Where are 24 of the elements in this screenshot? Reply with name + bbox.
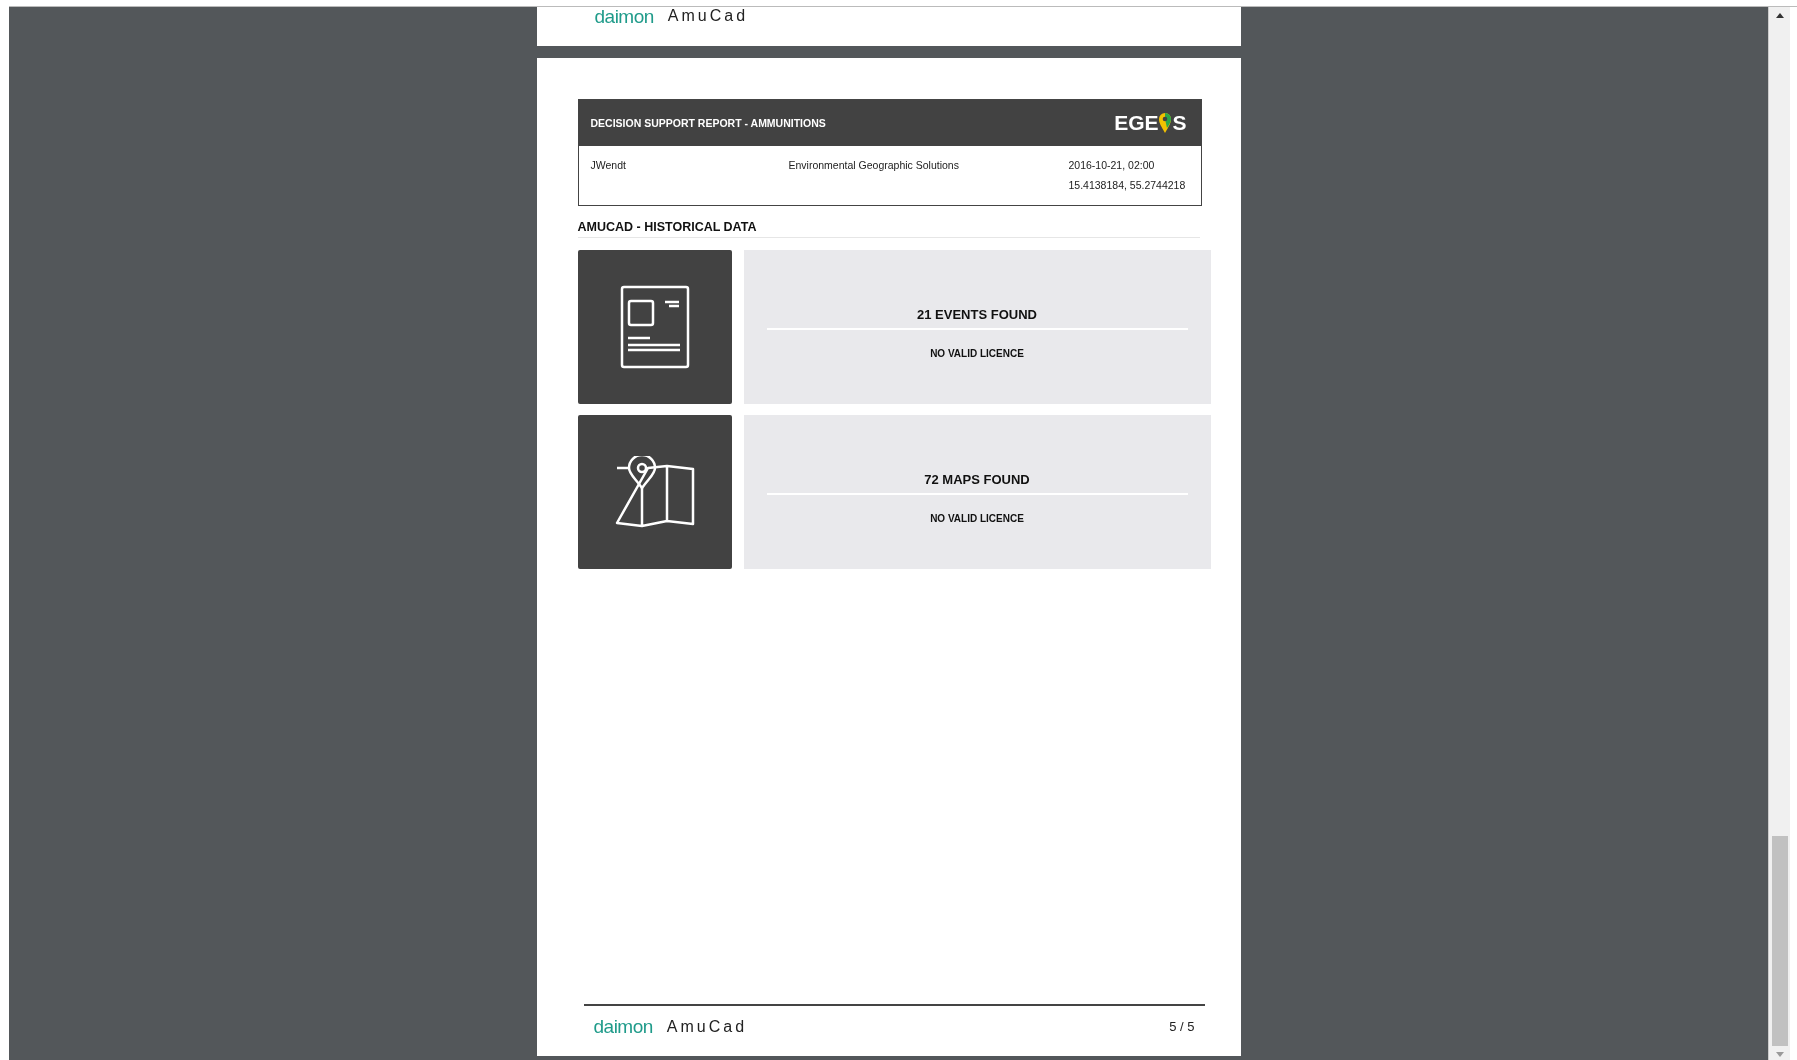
daimon-logo: daimon (594, 7, 654, 26)
app-name: AmuCad (667, 7, 749, 25)
document-icon (619, 285, 690, 369)
organisation-name: Environmental Geographic Solutions (788, 159, 960, 173)
report-date: 2016-10-21, 02:00 (1068, 159, 1156, 171)
section-title: AMUCAD - HISTORICAL DATA (577, 220, 1200, 238)
user-name: JWendt (590, 159, 627, 173)
coordinates: 15.4138184, 55.2744218 (1068, 179, 1187, 191)
daimon-logo: daimon (593, 1017, 653, 1036)
page-number: 5 / 5 (1169, 1019, 1195, 1034)
result-count: 72 MAPS FOUND (924, 472, 1030, 489)
scroll-thumb[interactable] (1771, 836, 1788, 1046)
map-pin-icon (614, 456, 695, 528)
scroll-up-icon[interactable] (1775, 13, 1784, 18)
logo-text: S (1172, 111, 1187, 135)
report-title: DECISION SUPPORT REPORT - AMMUNITIONS (590, 117, 826, 129)
scroll-down-icon[interactable] (1775, 1052, 1784, 1057)
licence-status: NO VALID LICENCE (930, 348, 1024, 359)
result-count: 21 EVENTS FOUND (917, 307, 1037, 324)
scrollbar[interactable] (1768, 7, 1790, 1060)
licence-status: NO VALID LICENCE (930, 513, 1024, 524)
map-pin-icon (1158, 112, 1173, 134)
logo-text: EGE (1114, 111, 1159, 135)
app-name: AmuCad (666, 1017, 748, 1036)
